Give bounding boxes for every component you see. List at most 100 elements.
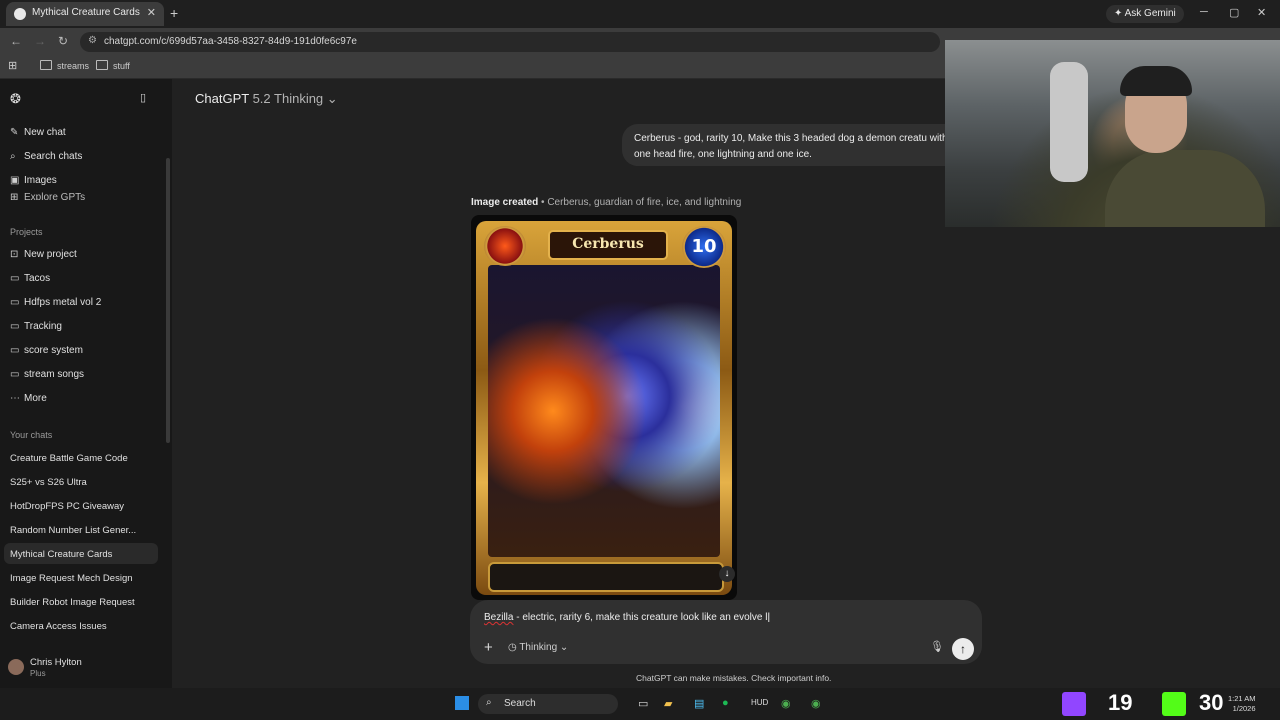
sidebar-item-label: More xyxy=(24,393,47,404)
sidebar-item-project[interactable]: ▭ stream songs xyxy=(10,369,84,380)
image-icon: ▣ xyxy=(10,175,20,186)
chatgpt-favicon-icon xyxy=(14,8,26,20)
chat-item[interactable]: Camera Access Issues xyxy=(10,621,107,632)
model-version: 5.2 Thinking xyxy=(252,91,324,106)
hud-app-icon[interactable]: HUD xyxy=(751,698,768,707)
chat-item[interactable]: HotDropFPS PC Giveaway xyxy=(10,501,124,512)
card-artwork xyxy=(488,265,720,557)
sidebar-item-label: score system xyxy=(24,345,83,356)
search-icon: ⌕ xyxy=(486,697,492,708)
minimize-button[interactable]: ─ xyxy=(1200,6,1208,18)
spotify-icon[interactable]: ● xyxy=(722,697,729,709)
add-attachment-icon[interactable]: + xyxy=(484,639,493,656)
message-composer[interactable]: Bezilla - electric, rarity 6, make this … xyxy=(470,600,982,664)
composer-input[interactable]: Bezilla - electric, rarity 6, make this … xyxy=(484,612,770,623)
image-created-label: Image created xyxy=(471,197,539,208)
rarity-badge: 10 xyxy=(682,226,726,268)
clock-icon: ◷ xyxy=(508,642,520,653)
folder-icon: ▭ xyxy=(10,273,20,284)
chevron-down-icon: ⌄ xyxy=(326,91,338,106)
folder-icon: ▭ xyxy=(10,369,20,380)
model-selector[interactable]: ChatGPT 5.2 Thinking ⌄ xyxy=(195,91,338,107)
microphone-icon[interactable]: 🎙 xyxy=(930,640,944,653)
notepad-icon[interactable]: ▤ xyxy=(694,697,704,710)
disclaimer: ChatGPT can make mistakes. Check importa… xyxy=(636,673,832,683)
kick-viewer-count: 30 xyxy=(1199,690,1224,715)
folder-icon xyxy=(96,60,108,70)
chrome-icon[interactable]: ◉ xyxy=(781,697,791,710)
viewer-count: 19 xyxy=(1108,690,1133,715)
image-caption-text: • Cerberus, guardian of fire, ice, and l… xyxy=(538,197,742,208)
sidebar-item-project[interactable]: ▭ Tracking xyxy=(10,321,62,332)
user-message-text: Cerberus - god, rarity 10, Make this 3 h… xyxy=(634,133,948,160)
more-dots-icon: ⋯ xyxy=(10,393,20,404)
user-message-bubble: Cerberus - god, rarity 10, Make this 3 h… xyxy=(622,124,962,166)
chat-item[interactable]: Image Request Mech Design xyxy=(10,573,133,584)
chat-item[interactable]: S25+ vs S26 Ultra xyxy=(10,477,87,488)
file-explorer-icon[interactable]: ▰ xyxy=(664,697,672,710)
folder-plus-icon: ⊡ xyxy=(10,249,19,260)
webcam-background-person xyxy=(1050,62,1088,182)
sidebar-item-images[interactable]: ▣ Images xyxy=(10,175,57,186)
sparkle-icon: ✦ xyxy=(1114,8,1125,19)
sidebar-item-new-project[interactable]: ⊡ New project xyxy=(10,249,77,260)
bookmark-streams[interactable]: streams xyxy=(40,60,89,71)
download-icon[interactable]: ↓ xyxy=(719,566,735,582)
folder-icon: ▭ xyxy=(10,297,20,308)
new-tab-button[interactable]: + xyxy=(170,5,178,21)
avatar[interactable] xyxy=(8,659,24,675)
thinking-mode-button[interactable]: ◷ Thinking ⌄ xyxy=(508,642,568,653)
browser-tab-bar xyxy=(0,0,1280,28)
reload-icon[interactable]: ↻ xyxy=(58,34,68,48)
search-icon: ⌕ xyxy=(10,151,16,162)
send-button[interactable]: ↑ xyxy=(952,638,974,660)
twitch-icon[interactable] xyxy=(1062,692,1086,716)
sidebar-item-search-chats[interactable]: ⌕ Search chats xyxy=(10,151,82,162)
sidebar-item-label: Search chats xyxy=(24,151,83,162)
bookmark-label: streams xyxy=(57,61,90,71)
sidebar-item-project[interactable]: ▭ Tacos xyxy=(10,273,50,284)
chrome-icon[interactable]: ◉ xyxy=(811,697,821,710)
apps-grid-icon[interactable]: ⊞ xyxy=(8,59,17,72)
chatgpt-logo-icon[interactable]: ❂ xyxy=(10,91,21,107)
folder-icon: ▭ xyxy=(10,321,20,332)
user-plan: Plus xyxy=(30,669,46,678)
windows-start-icon[interactable] xyxy=(455,696,469,710)
kick-icon[interactable] xyxy=(1162,692,1186,716)
folder-icon xyxy=(40,60,52,70)
browser-tab[interactable]: Mythical Creature Cards ✕ xyxy=(6,2,164,26)
clock[interactable]: 1:21 AM 1/2026 xyxy=(1228,694,1256,714)
sidebar-item-label: stream songs xyxy=(24,369,85,380)
address-bar[interactable]: ⚙ chatgpt.com/c/699d57aa-3458-8327-84d9-… xyxy=(80,32,940,52)
sidebar-item-project[interactable]: ▭ Hdfps metal vol 2 xyxy=(10,297,101,308)
ask-gemini-button[interactable]: ✦ Ask Gemini xyxy=(1106,5,1184,23)
sidebar-item-label: New chat xyxy=(24,127,66,138)
chat-item[interactable]: Builder Robot Image Request xyxy=(10,597,135,608)
task-view-icon[interactable]: ▭ xyxy=(638,697,648,710)
chat-item[interactable]: Creature Battle Game Code xyxy=(10,453,128,464)
chat-item[interactable]: Random Number List Gener... xyxy=(10,525,136,536)
tab-close-icon[interactable]: ✕ xyxy=(147,6,156,19)
sidebar-item-new-chat[interactable]: ✎ New chat xyxy=(10,127,66,138)
taskbar-search[interactable]: ⌕ Search xyxy=(478,694,618,714)
tab-title: Mythical Creature Cards xyxy=(32,7,140,18)
forward-arrow-icon[interactable]: → xyxy=(34,34,46,48)
sidebar-item-label: New project xyxy=(24,249,77,260)
fire-emblem-icon xyxy=(484,226,526,266)
close-window-button[interactable]: ✕ xyxy=(1257,6,1266,19)
user-name[interactable]: Chris Hylton xyxy=(30,657,82,668)
maximize-button[interactable]: ▢ xyxy=(1229,6,1239,19)
site-info-icon[interactable]: ⚙ xyxy=(88,35,97,46)
your-chats-heading: Your chats xyxy=(10,430,53,440)
bookmark-stuff[interactable]: stuff xyxy=(96,60,130,71)
sidebar-item-label: Hdfps metal vol 2 xyxy=(24,297,102,308)
bookmark-label: stuff xyxy=(113,61,130,71)
back-arrow-icon[interactable]: ← xyxy=(10,34,22,48)
sidebar-item-explore-gpts[interactable]: ⊞ Explore GPTs xyxy=(10,192,85,200)
sidebar-item-more[interactable]: ⋯ More xyxy=(10,393,47,404)
sidebar-item-project[interactable]: ▭ score system xyxy=(10,345,83,356)
sidebar-scrollbar[interactable] xyxy=(166,158,170,443)
sidebar-toggle-icon[interactable]: ▯ xyxy=(140,91,146,104)
projects-heading: Projects xyxy=(10,227,43,237)
chat-item-active[interactable]: Mythical Creature Cards xyxy=(10,549,112,560)
